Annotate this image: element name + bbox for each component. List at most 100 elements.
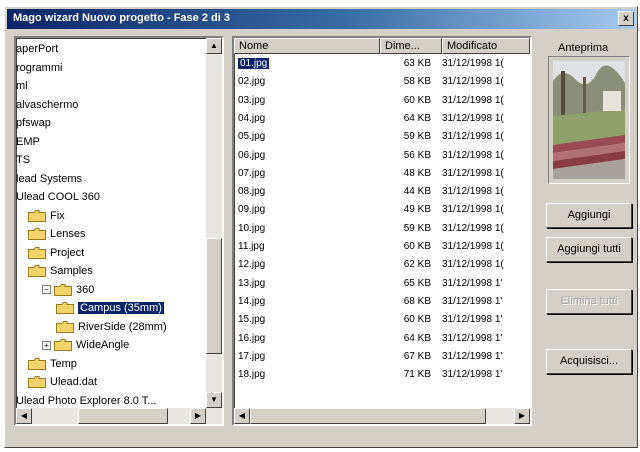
file-size: 62 KB: [403, 259, 431, 271]
tree-item[interactable]: Campus (35mm): [56, 299, 164, 317]
title-bar[interactable]: Mago wizard Nuovo progetto - Fase 2 di 3…: [7, 9, 635, 29]
folder-tree-horizontal-scrollbar[interactable]: ◀ ▶: [16, 408, 222, 424]
file-name-text: 13.jpg: [238, 277, 266, 289]
file-modified: 31/12/1998 1': [442, 277, 503, 289]
tree-item[interactable]: ml: [16, 77, 28, 95]
tree-item-label: alvaschermo: [16, 98, 79, 111]
add-button[interactable]: Aggiungi: [546, 203, 632, 228]
file-size: 44 KB: [403, 186, 431, 198]
file-row[interactable]: 09.jpg 49 KB 31/12/1998 1(: [234, 202, 520, 218]
file-name-text: 03.jpg: [238, 94, 266, 106]
tree-item[interactable]: Project: [28, 244, 84, 262]
scroll-thumb[interactable]: [78, 408, 168, 424]
file-modified: 31/12/1998 1(: [442, 58, 504, 69]
folder-icon: [28, 209, 46, 222]
file-modified: 31/12/1998 1': [442, 332, 503, 344]
tree-item-label: Ulead Photo Explorer 8.0 T...: [16, 394, 157, 407]
tree-item[interactable]: + WideAngle: [42, 336, 129, 354]
file-name-text: 06.jpg: [238, 149, 266, 161]
scroll-left-button[interactable]: ◀: [234, 408, 250, 424]
file-name: 08.jpg: [238, 184, 378, 200]
file-size: 59 KB: [403, 222, 431, 234]
column-header-modified[interactable]: Modificato: [442, 38, 530, 54]
file-name: 18.jpg: [238, 367, 378, 383]
file-row[interactable]: 08.jpg 44 KB 31/12/1998 1(: [234, 184, 520, 200]
tree-item[interactable]: Ulead COOL 360: [16, 188, 100, 206]
scroll-up-button[interactable]: ▲: [206, 38, 222, 54]
file-row[interactable]: 16.jpg 64 KB 31/12/1998 1': [234, 331, 520, 347]
folder-tree-vertical-scrollbar[interactable]: ▲ ▼: [206, 38, 222, 408]
column-header-name[interactable]: Nome: [234, 38, 380, 54]
tree-item[interactable]: TS: [16, 151, 30, 169]
file-row[interactable]: 04.jpg 64 KB 31/12/1998 1(: [234, 111, 520, 127]
tree-item[interactable]: lead Systems: [16, 170, 82, 188]
scroll-thumb[interactable]: [250, 408, 486, 424]
collapse-icon[interactable]: −: [42, 285, 51, 295]
file-modified: 31/12/1998 1(: [442, 186, 504, 198]
folder-tree[interactable]: aperPort rogrammi ml alvaschermo pfswap EMP TS…: [14, 36, 224, 426]
tree-item-label: Samples: [50, 265, 93, 277]
file-name: 15.jpg: [238, 312, 378, 328]
file-name-text: 12.jpg: [238, 259, 266, 271]
file-row[interactable]: 12.jpg 62 KB 31/12/1998 1(: [234, 257, 520, 273]
folder-icon: [28, 228, 46, 241]
file-row[interactable]: 14.jpg 68 KB 31/12/1998 1': [234, 294, 520, 310]
file-name-text: 10.jpg: [238, 222, 266, 234]
file-name-text: 02.jpg: [238, 76, 266, 88]
tree-item-label: Ulead.dat: [50, 376, 98, 388]
file-row[interactable]: 07.jpg 48 KB 31/12/1998 1(: [234, 166, 520, 182]
file-name: 10.jpg: [238, 221, 378, 237]
tree-item-label: WideAngle: [76, 339, 130, 351]
file-row[interactable]: 10.jpg 59 KB 31/12/1998 1(: [234, 221, 520, 237]
tree-item[interactable]: pfswap: [16, 114, 51, 132]
file-name: 06.jpg: [238, 148, 378, 164]
file-row[interactable]: 02.jpg 58 KB 31/12/1998 1(: [234, 74, 520, 90]
scroll-right-button[interactable]: ▶: [190, 408, 206, 424]
tree-item-label: 360: [76, 283, 95, 296]
file-row[interactable]: 01.jpg 63 KB 31/12/1998 1(: [234, 56, 520, 72]
file-row[interactable]: 06.jpg 56 KB 31/12/1998 1(: [234, 148, 520, 164]
file-modified: 31/12/1998 1(: [442, 259, 504, 271]
tree-item[interactable]: Samples: [28, 262, 93, 280]
tree-item[interactable]: Ulead.dat: [28, 373, 97, 391]
file-row[interactable]: 15.jpg 60 KB 31/12/1998 1': [234, 312, 520, 328]
tree-item-label: TS: [16, 154, 31, 166]
file-list-horizontal-scrollbar[interactable]: ◀ ▶: [234, 408, 530, 424]
file-size: 49 KB: [403, 204, 431, 216]
file-size: 71 KB: [403, 369, 431, 381]
tree-item[interactable]: Fix: [28, 207, 65, 225]
scroll-left-button[interactable]: ◀: [16, 408, 32, 424]
folder-icon: [28, 265, 46, 278]
tree-item[interactable]: Lenses: [28, 225, 85, 243]
tree-item[interactable]: EMP: [16, 133, 40, 151]
file-row[interactable]: 11.jpg 60 KB 31/12/1998 1(: [234, 239, 520, 255]
tree-item[interactable]: aperPort: [16, 40, 58, 58]
file-row[interactable]: 05.jpg 59 KB 31/12/1998 1(: [234, 129, 520, 145]
column-header-size[interactable]: Dime...: [380, 38, 442, 54]
file-name: 02.jpg: [238, 74, 378, 90]
tree-item[interactable]: alvaschermo: [16, 96, 78, 114]
folder-icon: [54, 283, 72, 296]
tree-item[interactable]: − 360: [42, 281, 94, 299]
file-name-text: 08.jpg: [238, 186, 266, 198]
tree-item[interactable]: Temp: [28, 355, 77, 373]
file-row[interactable]: 18.jpg 71 KB 31/12/1998 1': [234, 367, 520, 383]
file-name-text: 17.jpg: [238, 350, 266, 362]
add-all-button[interactable]: Aggiungi tutti: [546, 237, 632, 262]
file-name-text: 05.jpg: [238, 131, 266, 143]
close-button[interactable]: x: [618, 11, 634, 26]
file-row[interactable]: 17.jpg 67 KB 31/12/1998 1': [234, 349, 520, 365]
file-list[interactable]: Nome Dime... Modificato 01.jpg 63 KB 31/12…: [232, 36, 532, 426]
file-row[interactable]: 03.jpg 60 KB 31/12/1998 1(: [234, 93, 520, 109]
scroll-down-button[interactable]: ▼: [206, 392, 222, 408]
expand-icon[interactable]: +: [42, 340, 51, 350]
tree-item[interactable]: rogrammi: [16, 59, 62, 77]
tree-item[interactable]: RiverSide (28mm): [56, 318, 167, 336]
remove-all-button[interactable]: Elimina tutti: [546, 289, 632, 314]
tree-item[interactable]: Ulead Photo Explorer 8.0 T...: [16, 392, 156, 410]
scroll-thumb[interactable]: [206, 238, 222, 354]
scroll-right-button[interactable]: ▶: [514, 408, 530, 424]
file-name-text: 11.jpg: [238, 241, 265, 252]
acquire-button[interactable]: Acquisisci...: [546, 349, 632, 374]
file-row[interactable]: 13.jpg 65 KB 31/12/1998 1': [234, 276, 520, 292]
